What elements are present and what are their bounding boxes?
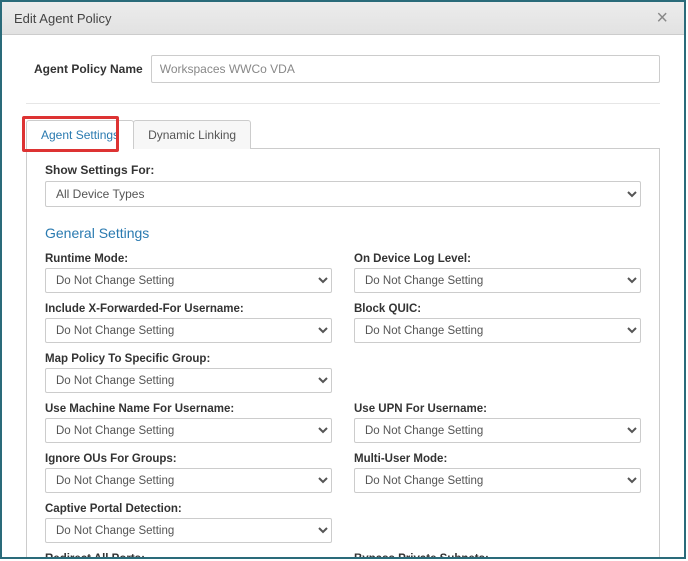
tab-dynamic-linking[interactable]: Dynamic Linking — [133, 120, 251, 149]
dialog-content: Agent Policy Name Agent Settings Dynamic… — [2, 35, 684, 557]
use-machine-select[interactable]: Do Not Change Setting — [45, 418, 332, 443]
use-upn-label: Use UPN For Username: — [354, 403, 641, 415]
settings-grid: Runtime Mode: Do Not Change Setting On D… — [45, 253, 641, 557]
field-empty-2 — [354, 503, 641, 543]
on-device-log-select[interactable]: Do Not Change Setting — [354, 268, 641, 293]
field-map-policy: Map Policy To Specific Group: Do Not Cha… — [45, 353, 332, 393]
captive-label: Captive Portal Detection: — [45, 503, 332, 515]
field-captive: Captive Portal Detection: Do Not Change … — [45, 503, 332, 543]
use-upn-select[interactable]: Do Not Change Setting — [354, 418, 641, 443]
block-quic-select[interactable]: Do Not Change Setting — [354, 318, 641, 343]
field-redirect-ports: Redirect All Ports: Do Not Change Settin… — [45, 553, 332, 557]
map-policy-select[interactable]: Do Not Change Setting — [45, 368, 332, 393]
multi-user-label: Multi-User Mode: — [354, 453, 641, 465]
policy-name-label: Agent Policy Name — [34, 62, 143, 76]
general-settings-heading: General Settings — [45, 225, 641, 241]
field-use-machine: Use Machine Name For Username: Do Not Ch… — [45, 403, 332, 443]
bypass-subnets-label: Bypass Private Subnets: — [354, 553, 641, 557]
on-device-log-label: On Device Log Level: — [354, 253, 641, 265]
field-include-xff: Include X-Forwarded-For Username: Do Not… — [45, 303, 332, 343]
field-block-quic: Block QUIC: Do Not Change Setting — [354, 303, 641, 343]
show-settings-select[interactable]: All Device Types — [45, 181, 641, 207]
show-settings-label: Show Settings For: — [45, 163, 641, 177]
field-bypass-subnets: Bypass Private Subnets: Do Not Change Se… — [354, 553, 641, 557]
use-machine-label: Use Machine Name For Username: — [45, 403, 332, 415]
block-quic-label: Block QUIC: — [354, 303, 641, 315]
field-runtime-mode: Runtime Mode: Do Not Change Setting — [45, 253, 332, 293]
multi-user-select[interactable]: Do Not Change Setting — [354, 468, 641, 493]
tabs-container: Agent Settings Dynamic Linking — [26, 120, 660, 149]
runtime-mode-label: Runtime Mode: — [45, 253, 332, 265]
include-xff-label: Include X-Forwarded-For Username: — [45, 303, 332, 315]
field-use-upn: Use UPN For Username: Do Not Change Sett… — [354, 403, 641, 443]
policy-name-row: Agent Policy Name — [34, 55, 660, 83]
agent-settings-panel: Show Settings For: All Device Types Gene… — [26, 148, 660, 557]
captive-select[interactable]: Do Not Change Setting — [45, 518, 332, 543]
field-on-device-log: On Device Log Level: Do Not Change Setti… — [354, 253, 641, 293]
map-policy-label: Map Policy To Specific Group: — [45, 353, 332, 365]
tabs: Agent Settings Dynamic Linking — [26, 120, 660, 149]
runtime-mode-select[interactable]: Do Not Change Setting — [45, 268, 332, 293]
redirect-ports-label: Redirect All Ports: — [45, 553, 332, 557]
include-xff-select[interactable]: Do Not Change Setting — [45, 318, 332, 343]
field-ignore-ous: Ignore OUs For Groups: Do Not Change Set… — [45, 453, 332, 493]
titlebar: Edit Agent Policy × — [2, 2, 684, 35]
tab-agent-settings[interactable]: Agent Settings — [26, 120, 134, 149]
divider — [26, 103, 660, 104]
policy-name-input[interactable] — [151, 55, 660, 83]
field-empty-1 — [354, 353, 641, 393]
ignore-ous-label: Ignore OUs For Groups: — [45, 453, 332, 465]
edit-agent-policy-dialog: Edit Agent Policy × Agent Policy Name Ag… — [0, 0, 686, 559]
field-multi-user: Multi-User Mode: Do Not Change Setting — [354, 453, 641, 493]
close-icon[interactable]: × — [652, 8, 672, 28]
ignore-ous-select[interactable]: Do Not Change Setting — [45, 468, 332, 493]
dialog-title: Edit Agent Policy — [14, 11, 112, 26]
